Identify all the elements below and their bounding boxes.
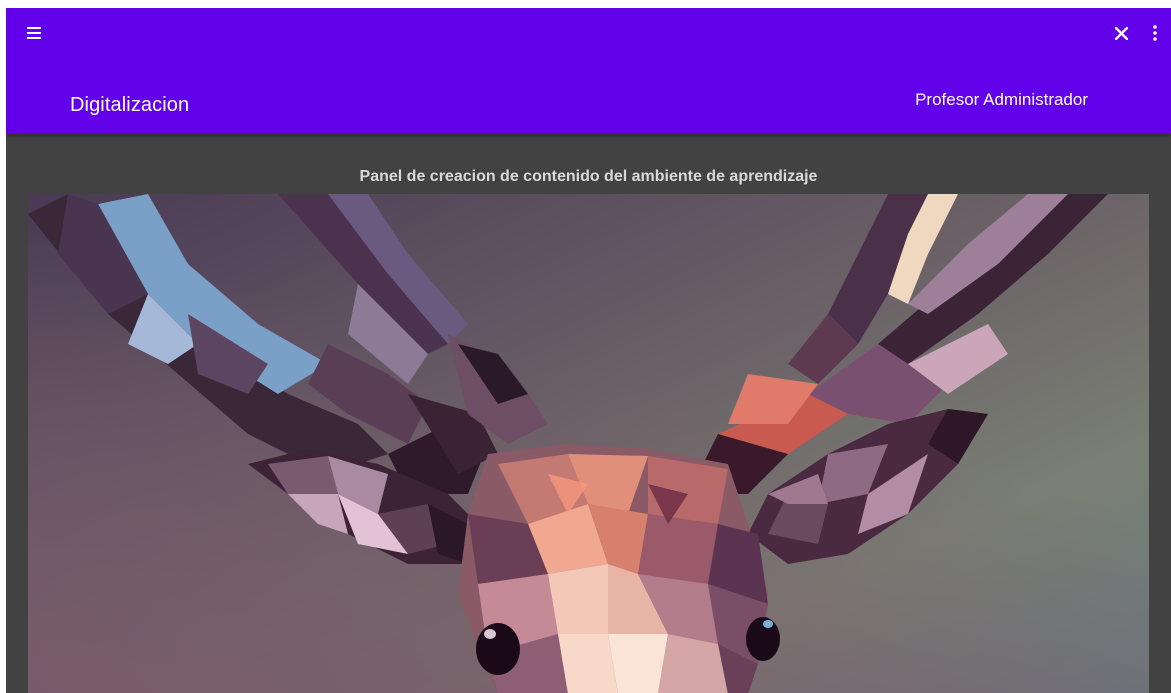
hero-image [28,194,1149,693]
app-window: Digitalizacion Profesor Administrador Pa… [6,8,1171,693]
more-vert-icon [1153,25,1157,41]
close-button[interactable] [1107,19,1135,47]
panel-heading: Panel de creacion de contenido del ambie… [359,168,818,185]
more-options-button[interactable] [1141,19,1169,47]
close-icon [1114,26,1128,40]
menu-button[interactable] [20,19,48,47]
top-app-bar: Digitalizacion Profesor Administrador [6,8,1171,134]
user-role-label: Profesor Administrador [915,90,1088,109]
app-title: Digitalizacion [70,94,190,116]
hamburger-menu-icon [27,27,41,39]
low-poly-deer-illustration [28,194,1149,693]
